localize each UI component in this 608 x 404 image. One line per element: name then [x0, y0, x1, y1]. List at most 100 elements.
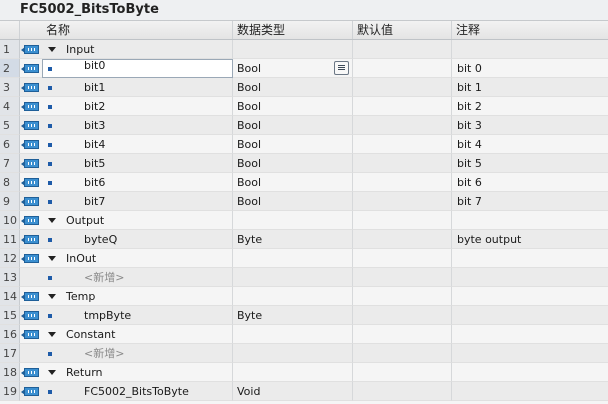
comment-cell[interactable]: [452, 249, 608, 268]
name-cell[interactable]: bit3: [42, 116, 233, 135]
name-cell[interactable]: Output: [42, 211, 233, 230]
header-datatype[interactable]: 数据类型: [233, 21, 353, 39]
datatype-cell[interactable]: Bool: [233, 78, 353, 97]
name-cell[interactable]: bit5: [42, 154, 233, 173]
row-number[interactable]: 3: [0, 78, 20, 97]
comment-cell[interactable]: bit 1: [452, 78, 608, 97]
default-value-cell[interactable]: [353, 116, 452, 135]
datatype-cell[interactable]: Bool: [233, 192, 353, 211]
datatype-cell[interactable]: [233, 363, 353, 382]
comment-cell[interactable]: bit 2: [452, 97, 608, 116]
comment-cell[interactable]: bit 3: [452, 116, 608, 135]
name-cell[interactable]: FC5002_BitsToByte: [42, 382, 233, 401]
table-row[interactable]: 11 byteQ Byte byte output: [0, 230, 608, 249]
comment-cell[interactable]: [452, 40, 608, 59]
default-value-cell[interactable]: [353, 59, 452, 78]
row-number[interactable]: 12: [0, 249, 20, 268]
row-number[interactable]: 16: [0, 325, 20, 344]
expand-triangle-icon[interactable]: [48, 370, 56, 375]
table-row-section[interactable]: 12 InOut: [0, 249, 608, 268]
name-cell[interactable]: <新增>: [42, 344, 233, 363]
row-number[interactable]: 15: [0, 306, 20, 325]
default-value-cell[interactable]: [353, 249, 452, 268]
table-row[interactable]: 6 bit4 Bool bit 4: [0, 135, 608, 154]
comment-cell[interactable]: [452, 211, 608, 230]
name-cell[interactable]: Constant: [42, 325, 233, 344]
name-cell[interactable]: Input: [42, 40, 233, 59]
datatype-cell[interactable]: [233, 211, 353, 230]
header-name[interactable]: 名称: [42, 21, 233, 39]
default-value-cell[interactable]: [353, 97, 452, 116]
name-cell[interactable]: byteQ: [42, 230, 233, 249]
name-cell[interactable]: bit7: [42, 192, 233, 211]
table-row[interactable]: 3 bit1 Bool bit 1: [0, 78, 608, 97]
table-row[interactable]: 8 bit6 Bool bit 6: [0, 173, 608, 192]
datatype-cell[interactable]: [233, 249, 353, 268]
table-row-section[interactable]: 16 Constant: [0, 325, 608, 344]
comment-cell[interactable]: bit 5: [452, 154, 608, 173]
datatype-cell[interactable]: Byte: [233, 306, 353, 325]
comment-cell[interactable]: [452, 325, 608, 344]
default-value-cell[interactable]: [353, 192, 452, 211]
default-value-cell[interactable]: [353, 173, 452, 192]
row-number[interactable]: 14: [0, 287, 20, 306]
row-number[interactable]: 2: [0, 59, 20, 78]
datatype-dropdown-icon[interactable]: [334, 61, 349, 75]
table-row-add[interactable]: 17 <新增>: [0, 344, 608, 363]
row-number[interactable]: 6: [0, 135, 20, 154]
datatype-cell[interactable]: Bool: [233, 173, 353, 192]
expand-triangle-icon[interactable]: [48, 218, 56, 223]
name-cell[interactable]: bit1: [42, 78, 233, 97]
name-cell[interactable]: bit4: [42, 135, 233, 154]
default-value-cell[interactable]: [353, 382, 452, 401]
datatype-cell[interactable]: [233, 40, 353, 59]
datatype-cell[interactable]: Bool: [233, 154, 353, 173]
table-row-add[interactable]: 13 <新增>: [0, 268, 608, 287]
header-comment[interactable]: 注释: [452, 21, 608, 39]
default-value-cell[interactable]: [353, 344, 452, 363]
name-cell[interactable]: Temp: [42, 287, 233, 306]
row-number[interactable]: 4: [0, 97, 20, 116]
comment-cell[interactable]: bit 0: [452, 59, 608, 78]
name-cell[interactable]: bit2: [42, 97, 233, 116]
row-number[interactable]: 17: [0, 344, 20, 363]
table-row-section[interactable]: 18 Return: [0, 363, 608, 382]
name-cell[interactable]: <新增>: [42, 268, 233, 287]
row-number[interactable]: 7: [0, 154, 20, 173]
header-default[interactable]: 默认值: [353, 21, 452, 39]
comment-cell[interactable]: [452, 363, 608, 382]
row-number[interactable]: 5: [0, 116, 20, 135]
comment-cell[interactable]: bit 4: [452, 135, 608, 154]
name-cell[interactable]: Return: [42, 363, 233, 382]
expand-triangle-icon[interactable]: [48, 47, 56, 52]
name-cell[interactable]: InOut: [42, 249, 233, 268]
default-value-cell[interactable]: [353, 363, 452, 382]
comment-cell[interactable]: byte output: [452, 230, 608, 249]
row-number[interactable]: 19: [0, 382, 20, 401]
table-row[interactable]: 7 bit5 Bool bit 5: [0, 154, 608, 173]
datatype-cell[interactable]: Byte: [233, 230, 353, 249]
default-value-cell[interactable]: [353, 230, 452, 249]
datatype-cell[interactable]: [233, 325, 353, 344]
table-row[interactable]: 5 bit3 Bool bit 3: [0, 116, 608, 135]
datatype-cell[interactable]: Bool: [233, 97, 353, 116]
comment-cell[interactable]: [452, 306, 608, 325]
comment-cell[interactable]: bit 6: [452, 173, 608, 192]
default-value-cell[interactable]: [353, 40, 452, 59]
table-row[interactable]: 19 FC5002_BitsToByte Void: [0, 382, 608, 401]
row-number[interactable]: 13: [0, 268, 20, 287]
table-row[interactable]: 2bit0bit0Boolbit 0: [0, 59, 608, 78]
table-row-section[interactable]: 14 Temp: [0, 287, 608, 306]
name-cell[interactable]: tmpByte: [42, 306, 233, 325]
table-row-section[interactable]: 1 Input: [0, 40, 608, 59]
datatype-cell[interactable]: Void: [233, 382, 353, 401]
table-row-section[interactable]: 10 Output: [0, 211, 608, 230]
datatype-cell[interactable]: [233, 268, 353, 287]
expand-triangle-icon[interactable]: [48, 294, 56, 299]
table-row[interactable]: 9 bit7 Bool bit 7: [0, 192, 608, 211]
datatype-cell[interactable]: Bool: [233, 135, 353, 154]
name-edit-box[interactable]: bit0: [42, 59, 233, 78]
datatype-cell[interactable]: [233, 287, 353, 306]
row-number[interactable]: 18: [0, 363, 20, 382]
row-number[interactable]: 11: [0, 230, 20, 249]
